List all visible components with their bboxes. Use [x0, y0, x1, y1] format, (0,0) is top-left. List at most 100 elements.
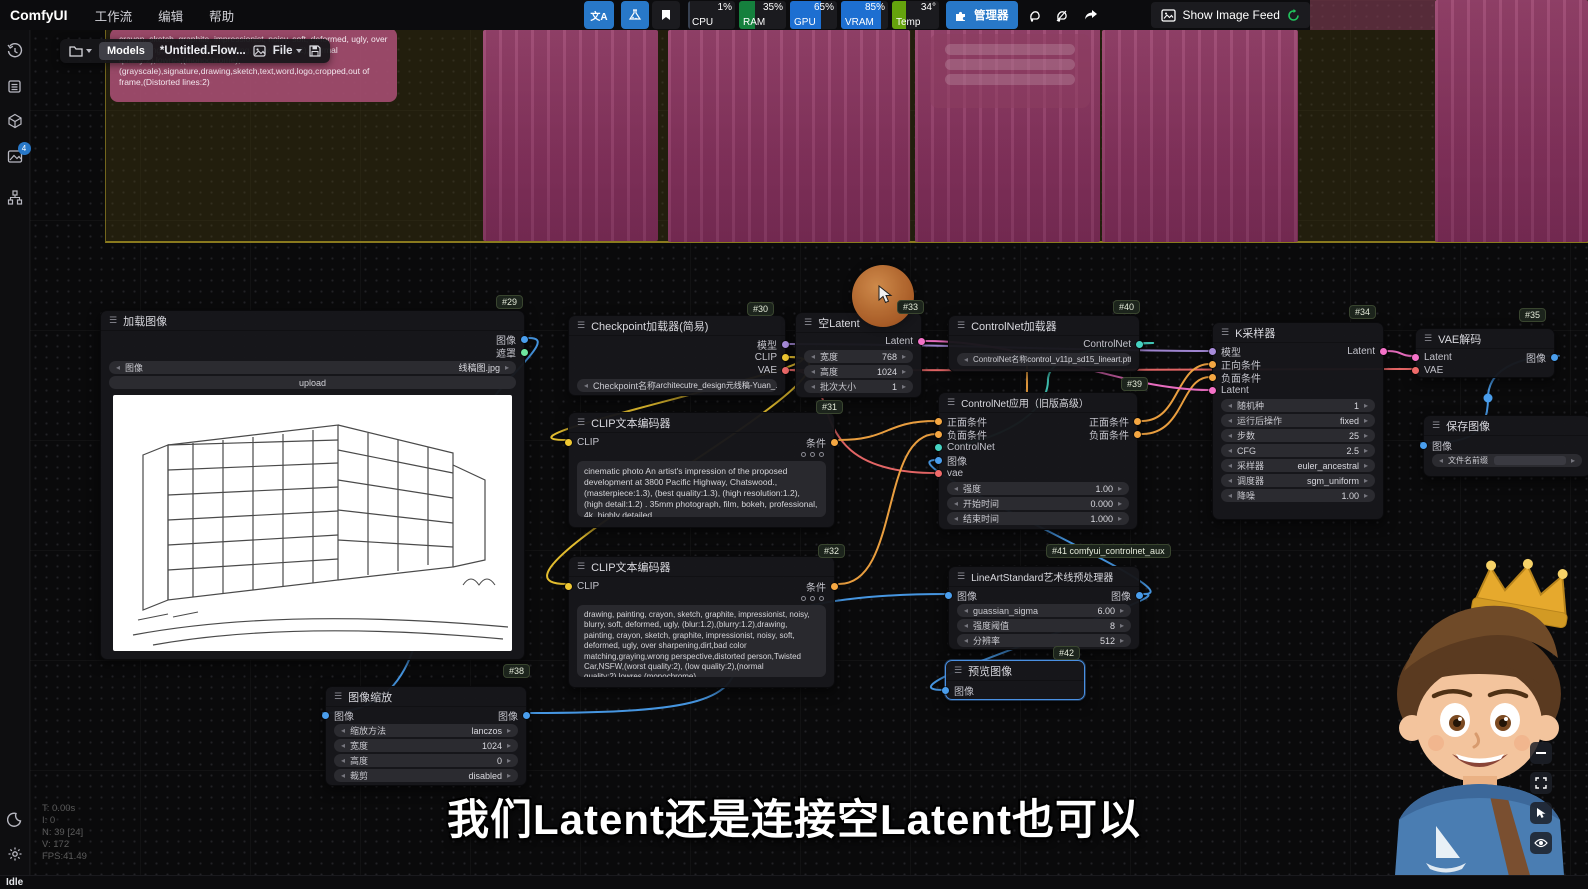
node-title[interactable]: 保存图像 — [1424, 416, 1588, 436]
port-vae[interactable] — [935, 470, 942, 477]
image-icon[interactable] — [253, 45, 266, 57]
image-selector[interactable]: 图像线稿图.jpg — [109, 361, 516, 374]
steps-widget[interactable]: 步数25 — [1221, 429, 1375, 442]
node-checkpoint-loader[interactable]: Checkpoint加载器(简易) 模型 CLIP VAE Checkpoint… — [568, 315, 786, 396]
fullscreen-icon[interactable] — [1530, 772, 1552, 794]
port-image[interactable] — [521, 336, 528, 343]
node-title[interactable]: 预览图像 — [946, 661, 1084, 681]
node-title[interactable]: ControlNet应用（旧版高级） — [939, 393, 1137, 413]
menu-edit[interactable]: 编辑 — [158, 6, 183, 25]
port-image-in[interactable] — [945, 592, 952, 599]
sampler-widget[interactable]: 采样器euler_ancestral — [1221, 459, 1375, 472]
node-title[interactable]: 加载图像 — [101, 311, 524, 331]
port-image[interactable] — [1420, 442, 1427, 449]
port-positive[interactable] — [1209, 361, 1216, 368]
port-latent-in[interactable] — [1209, 387, 1216, 394]
port-latent[interactable] — [918, 338, 925, 345]
menu-workflow[interactable]: 工作流 — [95, 6, 133, 25]
node-title[interactable]: ControlNet加载器 — [949, 316, 1139, 336]
port-positive[interactable] — [935, 418, 942, 425]
bell-icon[interactable] — [1023, 1, 1047, 29]
seed-widget[interactable]: 随机种1 — [1221, 399, 1375, 412]
node-title[interactable]: 图像缩放 — [326, 687, 526, 707]
feed-image[interactable] — [1102, 30, 1298, 242]
workflow-graph-button[interactable] — [621, 1, 649, 29]
settings-gear-icon[interactable] — [6, 845, 24, 863]
control-after-generate-widget[interactable]: 运行后操作fixed — [1221, 414, 1375, 427]
port-conditioning[interactable] — [831, 583, 838, 590]
gaussian-sigma-widget[interactable]: guassian_sigma6.00 — [957, 604, 1131, 617]
show-image-feed-button[interactable]: Show Image Feed — [1151, 2, 1310, 28]
node-clip-encode-positive[interactable]: CLIP文本编码器 CLIP 条件 cinematic photo An art… — [568, 412, 835, 528]
strength-widget[interactable]: 强度1.00 — [947, 482, 1129, 495]
port-latent-out[interactable] — [1380, 348, 1387, 355]
node-load-image[interactable]: 加载图像 图像 遮罩 图像线稿图.jpg upload — [100, 310, 525, 660]
port-image-out[interactable] — [1136, 592, 1143, 599]
port-image-out[interactable] — [1551, 354, 1558, 361]
checkpoint-selector[interactable]: Checkpoint名称architecutre_design元线稿-Yuan_… — [577, 379, 777, 392]
start-widget[interactable]: 开始时间0.000 — [947, 497, 1129, 510]
queue-icon[interactable] — [6, 77, 24, 95]
manager-button[interactable]: 管理器 — [946, 1, 1018, 29]
node-title[interactable]: LineArtStandard艺术线预处理器 — [949, 567, 1139, 587]
workflow-tab-title[interactable]: *Untitled.Flow... — [160, 45, 246, 57]
save-icon[interactable] — [309, 45, 321, 57]
port-vae[interactable] — [1412, 367, 1419, 374]
feed-image[interactable] — [483, 30, 658, 241]
port-negative[interactable] — [935, 431, 942, 438]
port-latent[interactable] — [1412, 354, 1419, 361]
node-title[interactable]: Checkpoint加载器(简易) — [569, 316, 785, 336]
port-clip[interactable] — [565, 439, 572, 446]
node-image-scale[interactable]: 图像缩放 图像 图像 缩放方法lanczos 宽度1024 高度0 裁剪disa… — [325, 686, 527, 786]
port-controlnet[interactable] — [1136, 341, 1143, 348]
model-library-icon[interactable] — [6, 112, 24, 130]
minimize-icon[interactable] — [1530, 742, 1552, 764]
node-preview-image[interactable]: 预览图像 图像 — [945, 660, 1085, 700]
node-clip-encode-negative[interactable]: CLIP文本编码器 CLIP 条件 drawing, painting, cra… — [568, 556, 835, 688]
folder-icon[interactable] — [69, 45, 92, 57]
width-widget[interactable]: 宽度1024 — [334, 739, 518, 752]
clip-inline-icons[interactable] — [569, 449, 834, 459]
node-save-image[interactable]: 保存图像 图像 文件名前缀 — [1423, 415, 1588, 477]
history-icon[interactable] — [6, 42, 24, 60]
batch-widget[interactable]: 批次大小1 — [804, 380, 913, 393]
translate-button[interactable]: 文A — [584, 1, 614, 29]
node-empty-latent[interactable]: 空Latent Latent 宽度768 高度1024 批次大小1 — [795, 312, 922, 398]
port-vae[interactable] — [782, 367, 789, 374]
node-title[interactable]: VAE解码 — [1416, 329, 1554, 349]
height-widget[interactable]: 高度1024 — [804, 365, 913, 378]
image-gallery-icon[interactable]: 4 — [6, 147, 24, 165]
node-controlnet-loader[interactable]: ControlNet加载器 ControlNet ControlNet名称con… — [948, 315, 1140, 372]
menu-help[interactable]: 帮助 — [209, 6, 234, 25]
scheduler-widget[interactable]: 调度器sgm_uniform — [1221, 474, 1375, 487]
node-title[interactable]: CLIP文本编码器 — [569, 557, 834, 577]
cfg-widget[interactable]: CFG2.5 — [1221, 444, 1375, 457]
scale-method-widget[interactable]: 缩放方法lanczos — [334, 724, 518, 737]
feed-image[interactable] — [668, 30, 910, 242]
feed-image[interactable] — [1435, 0, 1588, 242]
bookmark-button[interactable] — [652, 1, 680, 29]
node-ksampler[interactable]: K采样器 模型 Latent 正向条件 负面条件 Latent 随机种1 运行后… — [1212, 322, 1384, 520]
port-negative[interactable] — [1209, 374, 1216, 381]
port-mask[interactable] — [521, 349, 528, 356]
node-tree-icon[interactable] — [6, 188, 24, 206]
negative-prompt-text[interactable]: drawing, painting, crayon, sketch, graph… — [577, 605, 826, 677]
eye-icon[interactable] — [1530, 832, 1552, 854]
port-negative-out[interactable] — [1134, 431, 1141, 438]
share-icon[interactable] — [1079, 1, 1103, 29]
port-clip[interactable] — [565, 583, 572, 590]
theme-toggle-icon[interactable] — [6, 810, 24, 828]
node-lineart-preprocessor[interactable]: LineArtStandard艺术线预处理器 图像 图像 guassian_si… — [948, 566, 1140, 650]
intensity-threshold-widget[interactable]: 强度阈值8 — [957, 619, 1131, 632]
file-menu[interactable]: File — [273, 45, 302, 57]
node-vae-decode[interactable]: VAE解码 Latent 图像 VAE — [1415, 328, 1555, 378]
end-widget[interactable]: 结束时间1.000 — [947, 512, 1129, 525]
controlnet-selector[interactable]: ControlNet名称control_v11p_sd15_lineart.pt… — [957, 353, 1131, 366]
port-image-in[interactable] — [322, 712, 329, 719]
pointer-icon[interactable] — [1530, 802, 1552, 824]
resolution-widget[interactable]: 分辨率512 — [957, 634, 1131, 647]
node-title[interactable]: K采样器 — [1213, 323, 1383, 343]
port-positive-out[interactable] — [1134, 418, 1141, 425]
port-model[interactable] — [1209, 348, 1216, 355]
ghost-node[interactable] — [930, 34, 1090, 108]
